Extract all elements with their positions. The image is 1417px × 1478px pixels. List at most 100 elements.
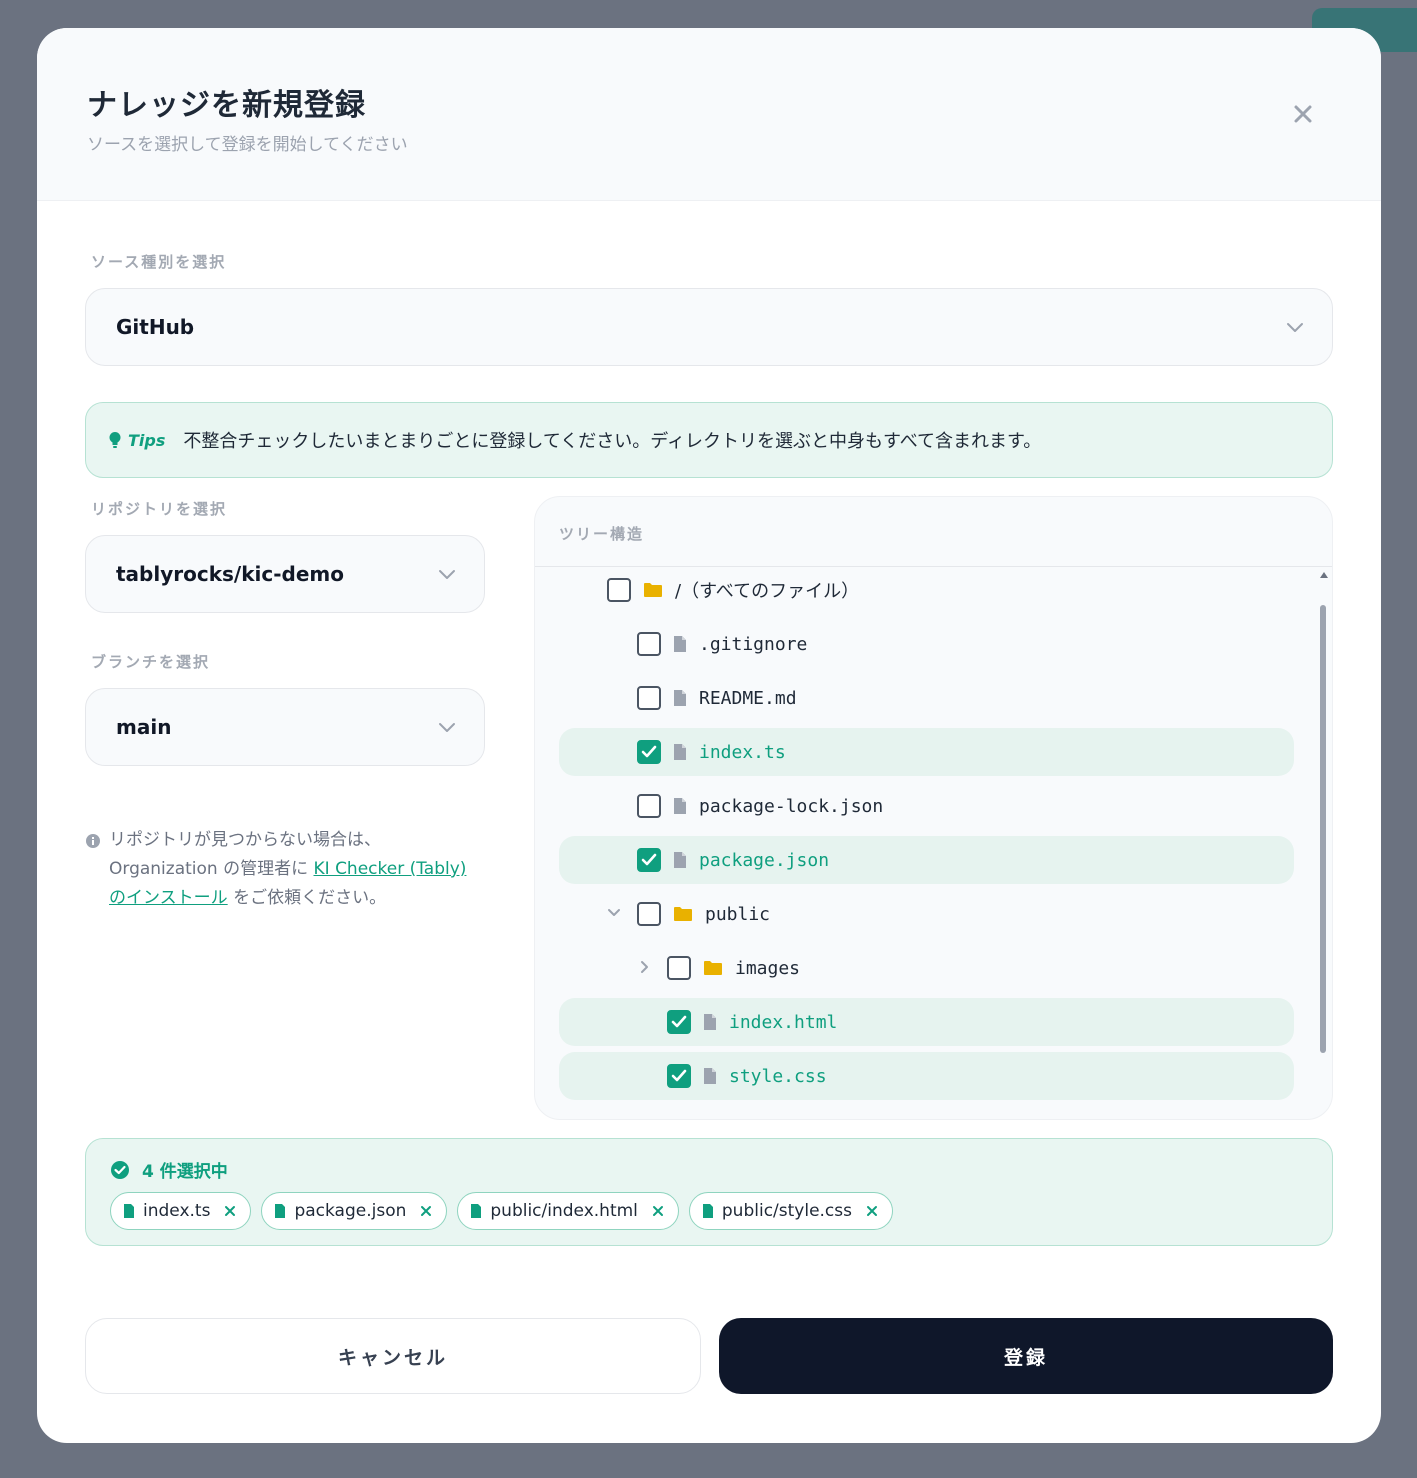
close-icon xyxy=(225,1206,236,1216)
close-icon xyxy=(1294,105,1312,123)
close-icon xyxy=(421,1206,432,1216)
tree-row-public[interactable]: public xyxy=(559,890,1294,938)
repository-value: tablyrocks/kic-demo xyxy=(116,562,345,586)
tree-item-name: index.ts xyxy=(699,741,786,763)
checkbox[interactable] xyxy=(607,578,631,602)
file-icon xyxy=(674,744,686,760)
tree-item-name: .gitignore xyxy=(699,633,808,655)
folder-icon xyxy=(704,961,722,975)
tree-row-images[interactable]: images xyxy=(559,944,1294,992)
close-icon xyxy=(652,1206,663,1216)
file-icon xyxy=(674,852,686,868)
check-icon xyxy=(641,745,657,758)
chevron-down-icon[interactable] xyxy=(607,907,621,919)
check-icon xyxy=(671,1015,687,1028)
selected-chip: public/index.html xyxy=(457,1192,679,1230)
tips-label: Tips xyxy=(128,430,166,450)
folder-icon xyxy=(644,583,662,597)
register-button[interactable]: 登録 xyxy=(719,1318,1333,1394)
hint-suffix: をご依頼ください。 xyxy=(233,888,387,908)
repository-select[interactable]: tablyrocks/kic-demo xyxy=(85,535,485,613)
tree-row-index-ts[interactable]: index.ts xyxy=(559,728,1294,776)
file-icon xyxy=(275,1204,286,1218)
tips-text: 不整合チェックしたいまとまりごとに登録してください。ディレクトリを選ぶと中身もす… xyxy=(183,431,1042,452)
tree-row-index-html[interactable]: index.html xyxy=(559,998,1294,1046)
chevron-down-icon xyxy=(439,570,455,579)
checkbox[interactable] xyxy=(637,794,661,818)
tree-scrollbar-thumb[interactable] xyxy=(1320,605,1326,1053)
branch-select[interactable]: main xyxy=(85,688,485,766)
checkbox[interactable] xyxy=(637,686,661,710)
tree-item-name: /（すべてのファイル） xyxy=(675,581,860,602)
checkbox-checked[interactable] xyxy=(637,740,661,764)
tree-body[interactable]: /（すべてのファイル） .gitignore README.md index.t… xyxy=(535,567,1332,1119)
tree-item-name: style.css xyxy=(729,1065,827,1087)
repository-label: リポジトリを選択 xyxy=(91,500,228,518)
file-icon xyxy=(674,798,686,814)
file-icon xyxy=(702,1204,713,1218)
checkbox[interactable] xyxy=(637,902,661,926)
checkbox[interactable] xyxy=(667,956,691,980)
selected-chip: public/style.css xyxy=(688,1192,893,1230)
branch-value: main xyxy=(116,715,172,739)
tips-banner: Tips 不整合チェックしたいまとまりごとに登録してください。ディレクトリを選ぶ… xyxy=(85,402,1333,478)
chip-label: public/style.css xyxy=(721,1201,852,1221)
file-icon xyxy=(471,1204,482,1218)
check-icon xyxy=(641,853,657,866)
file-icon xyxy=(704,1068,716,1084)
cancel-button[interactable]: キャンセル xyxy=(85,1318,701,1394)
file-icon xyxy=(674,690,686,706)
selected-chip: package.json xyxy=(261,1192,448,1230)
selection-count: 4 件選択中 xyxy=(110,1157,228,1182)
modal-subtitle: ソースを選択して登録を開始してください xyxy=(87,135,408,155)
chip-label: package.json xyxy=(294,1201,407,1221)
checkbox[interactable] xyxy=(637,632,661,656)
tree-label: ツリー構造 xyxy=(559,525,645,543)
remove-chip-button[interactable] xyxy=(224,1205,236,1217)
selection-summary: 4 件選択中 index.ts package.json public/inde… xyxy=(85,1138,1333,1246)
branch-label: ブランチを選択 xyxy=(91,653,211,671)
lightbulb-icon xyxy=(109,432,121,448)
tree-item-name: package-lock.json xyxy=(699,795,884,817)
checkbox-checked[interactable] xyxy=(667,1010,691,1034)
tree-item-name: images xyxy=(735,957,801,979)
tree-row-readme[interactable]: README.md xyxy=(559,674,1294,722)
check-circle-icon xyxy=(111,1160,129,1179)
chevron-right-icon[interactable] xyxy=(639,960,651,974)
tree-row-package-lock[interactable]: package-lock.json xyxy=(559,782,1294,830)
repository-hint: リポジトリが見つからない場合は、Organization の管理者に KI Ch… xyxy=(85,826,485,913)
info-icon xyxy=(86,834,100,848)
tree-item-name: public xyxy=(705,903,771,925)
tree-row-root[interactable]: /（すべてのファイル） xyxy=(559,567,1294,614)
modal-title: ナレッジを新規登録 xyxy=(87,88,366,123)
tree-item-name: README.md xyxy=(699,687,797,709)
register-knowledge-modal: ナレッジを新規登録 ソースを選択して登録を開始してください ソース種別を選択 G… xyxy=(37,28,1381,1443)
tree-row-style-css[interactable]: style.css xyxy=(559,1052,1294,1100)
chip-label: index.ts xyxy=(143,1201,211,1221)
close-button[interactable] xyxy=(1287,98,1319,130)
chevron-down-icon xyxy=(1287,323,1303,332)
tree-row-package-json[interactable]: package.json xyxy=(559,836,1294,884)
remove-chip-button[interactable] xyxy=(420,1205,432,1217)
checkbox-checked[interactable] xyxy=(667,1064,691,1088)
file-icon xyxy=(704,1014,716,1030)
source-type-select[interactable]: GitHub xyxy=(85,288,1333,366)
tree-item-name: index.html xyxy=(729,1011,838,1033)
modal-header: ナレッジを新規登録 ソースを選択して登録を開始してください xyxy=(37,28,1381,201)
scroll-up-icon[interactable] xyxy=(1319,571,1329,579)
file-icon xyxy=(124,1204,134,1218)
checkbox-checked[interactable] xyxy=(637,848,661,872)
source-type-label: ソース種別を選択 xyxy=(91,253,227,271)
tree-panel: ツリー構造 /（すべてのファイル） .gitignore README.md i… xyxy=(534,496,1333,1120)
close-icon xyxy=(867,1206,877,1216)
tree-row-gitignore[interactable]: .gitignore xyxy=(559,620,1294,668)
file-icon xyxy=(674,636,686,652)
folder-icon xyxy=(674,907,692,921)
tree-header: ツリー構造 xyxy=(535,497,1332,567)
tree-item-name: package.json xyxy=(699,849,830,871)
selected-chips: index.ts package.json public/index.html … xyxy=(110,1192,893,1230)
check-icon xyxy=(671,1069,687,1082)
source-type-value: GitHub xyxy=(116,315,195,339)
remove-chip-button[interactable] xyxy=(866,1205,878,1217)
remove-chip-button[interactable] xyxy=(652,1205,664,1217)
